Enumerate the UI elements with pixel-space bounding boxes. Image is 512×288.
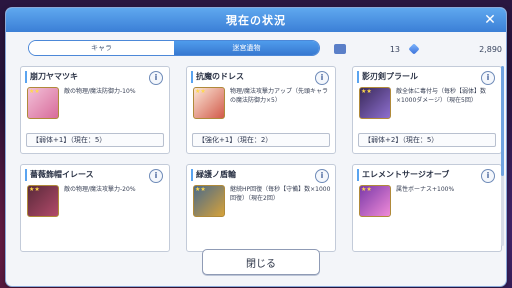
relic-card[interactable]: 薔薇飾帽イレース i ★★ 敵の物理/魔法攻撃力-20% [20,164,170,252]
info-icon[interactable]: i [481,169,495,183]
orb-icon: ★★ [359,185,391,217]
close-icon[interactable]: ✕ [482,12,498,28]
star-icon: ★★ [29,88,40,95]
blade-icon: ★★ [359,87,391,119]
relic-description: 物理/魔法攻撃力アップ（先頭キャラの魔法防御力×5） [230,88,329,104]
dialog-title: 現在の状況 [226,14,286,27]
relic-name: 崩刀ヤマツキ [25,71,78,83]
info-icon[interactable]: i [315,71,329,85]
relic-status: 【弱体+1】（現在：5） [26,133,164,147]
tab-character[interactable]: キャラ [29,41,174,55]
dress-icon: ★★ [193,87,225,119]
relic-description: 属性ボーナス+100% [396,186,455,193]
status-dialog: 現在の状況 ✕ キャラ 迷宮遺物 13 2,890 崩刀ヤマツキ i ★★ 敵の… [6,8,506,286]
ticket-count: 13 [389,44,400,54]
relic-card[interactable]: 緑護ノ盾輪 i ★★ 継続HP回復（毎秒【守備】数×1000回復）（現在2回） [186,164,336,252]
star-icon: ★★ [195,186,206,193]
relic-name: 影刃剣プラール [357,71,418,83]
relic-name: 薔薇飾帽イレース [25,169,94,181]
relic-name: 抗魔のドレス [191,71,244,83]
star-icon: ★★ [29,186,40,193]
relic-description: 敵の物理/魔法防御力-10% [64,88,136,95]
relic-card[interactable]: 影刃剣プラール i ★★ 敵全体に毒付与（毎秒【弱体】数×1000ダメージ）（現… [352,66,502,154]
tab-bar: キャラ 迷宮遺物 [28,40,320,56]
ticket-icon [334,44,346,54]
sword-icon: ★★ [27,87,59,119]
relic-description: 敵の物理/魔法攻撃力-20% [64,186,136,193]
relic-card[interactable]: 抗魔のドレス i ★★ 物理/魔法攻撃力アップ（先頭キャラの魔法防御力×5） 【… [186,66,336,154]
tab-relics[interactable]: 迷宮遺物 [174,41,319,55]
info-icon[interactable]: i [481,71,495,85]
close-button[interactable]: 閉じる [202,249,320,275]
relic-status: 【強化+1】（現在：2） [192,133,330,147]
resource-counters: 13 2,890 [334,42,502,56]
star-icon: ★★ [195,88,206,95]
hat-icon: ★★ [27,185,59,217]
scrollbar-thumb[interactable] [501,66,504,176]
info-icon[interactable]: i [315,169,329,183]
scrollbar[interactable] [501,66,504,246]
relic-name: エレメントサージオーブ [357,169,449,181]
dialog-titlebar: 現在の状況 ✕ [6,8,506,32]
relic-description: 敵全体に毒付与（毎秒【弱体】数×1000ダメージ）（現在5回） [396,88,487,104]
relic-grid: 崩刀ヤマツキ i ★★ 敵の物理/魔法防御力-10% 【弱体+1】（現在：5） … [20,66,504,252]
crystal-count: 2,890 [479,44,502,54]
relic-card[interactable]: エレメントサージオーブ i ★★ 属性ボーナス+100% [352,164,502,252]
relic-name: 緑護ノ盾輪 [191,169,236,181]
relic-card[interactable]: 崩刀ヤマツキ i ★★ 敵の物理/魔法防御力-10% 【弱体+1】（現在：5） [20,66,170,154]
info-icon[interactable]: i [149,71,163,85]
info-icon[interactable]: i [149,169,163,183]
star-icon: ★★ [361,88,372,95]
crystal-icon [408,43,420,55]
relic-description: 継続HP回復（毎秒【守備】数×1000回復）（現在2回） [230,186,331,202]
relic-status: 【弱体+2】（現在：5） [358,133,496,147]
shield-ring-icon: ★★ [193,185,225,217]
star-icon: ★★ [361,186,372,193]
